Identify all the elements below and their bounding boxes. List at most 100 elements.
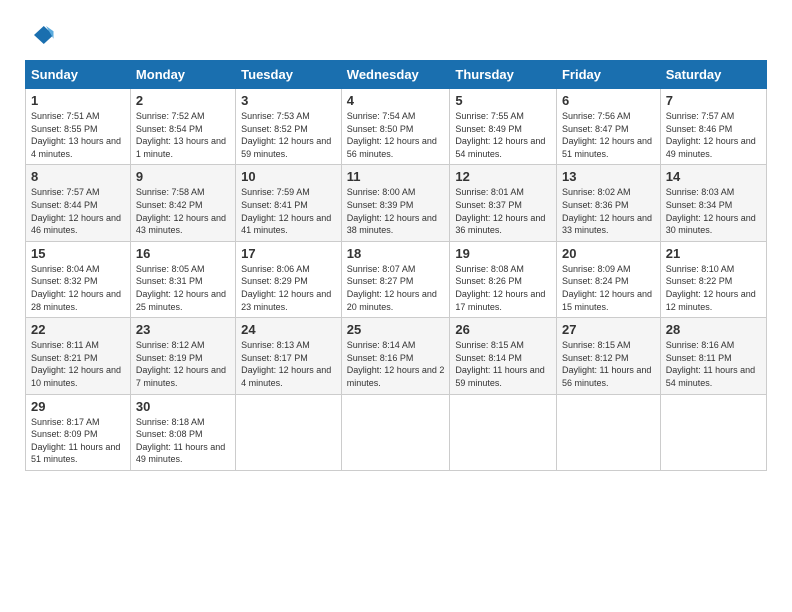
calendar-day-cell: 20 Sunrise: 8:09 AMSunset: 8:24 PMDayligh… [556, 241, 660, 317]
day-number: 21 [666, 246, 761, 261]
calendar-week-row: 15 Sunrise: 8:04 AMSunset: 8:32 PMDayligh… [26, 241, 767, 317]
calendar-day-cell [236, 394, 342, 470]
calendar-day-cell: 30 Sunrise: 8:18 AMSunset: 8:08 PMDayligh… [130, 394, 235, 470]
day-info: Sunrise: 7:58 AMSunset: 8:42 PMDaylight:… [136, 186, 230, 236]
day-number: 8 [31, 169, 125, 184]
day-info: Sunrise: 8:11 AMSunset: 8:21 PMDaylight:… [31, 339, 125, 389]
calendar-weekday-friday: Friday [556, 61, 660, 89]
calendar-day-cell: 17Sunrise: 8:06 AMSunset: 8:29 PMDayligh… [236, 241, 342, 317]
calendar-day-cell: 5 Sunrise: 7:55 AMSunset: 8:49 PMDaylight… [450, 89, 557, 165]
day-info: Sunrise: 8:18 AMSunset: 8:08 PMDaylight:… [136, 416, 230, 466]
day-info: Sunrise: 8:16 AMSunset: 8:11 PMDaylight:… [666, 339, 761, 389]
calendar-day-cell: 14Sunrise: 8:03 AMSunset: 8:34 PMDayligh… [660, 165, 766, 241]
day-info: Sunrise: 7:53 AMSunset: 8:52 PMDaylight:… [241, 110, 336, 160]
calendar-weekday-sunday: Sunday [26, 61, 131, 89]
logo [25, 20, 59, 50]
day-info: Sunrise: 7:51 AMSunset: 8:55 PMDaylight:… [31, 110, 125, 160]
calendar-week-row: 1Sunrise: 7:51 AMSunset: 8:55 PMDaylight… [26, 89, 767, 165]
day-info: Sunrise: 7:55 AMSunset: 8:49 PMDaylight:… [455, 110, 551, 160]
day-number: 18 [347, 246, 445, 261]
calendar-day-cell [450, 394, 557, 470]
calendar-day-cell [341, 394, 450, 470]
day-info: Sunrise: 8:13 AMSunset: 8:17 PMDaylight:… [241, 339, 336, 389]
day-info: Sunrise: 8:06 AMSunset: 8:29 PMDaylight:… [241, 263, 336, 313]
day-info: Sunrise: 8:09 AMSunset: 8:24 PMDaylight:… [562, 263, 655, 313]
day-number: 9 [136, 169, 230, 184]
day-number: 6 [562, 93, 655, 108]
calendar-week-row: 22 Sunrise: 8:11 AMSunset: 8:21 PMDayligh… [26, 318, 767, 394]
calendar-day-cell: 1Sunrise: 7:51 AMSunset: 8:55 PMDaylight… [26, 89, 131, 165]
day-number: 26 [455, 322, 551, 337]
day-info: Sunrise: 7:57 AMSunset: 8:44 PMDaylight:… [31, 186, 125, 236]
calendar-weekday-tuesday: Tuesday [236, 61, 342, 89]
day-number: 12 [455, 169, 551, 184]
day-info: Sunrise: 8:00 AMSunset: 8:39 PMDaylight:… [347, 186, 445, 236]
calendar-day-cell: 6 Sunrise: 7:56 AMSunset: 8:47 PMDaylight… [556, 89, 660, 165]
day-number: 29 [31, 399, 125, 414]
calendar-day-cell: 11Sunrise: 8:00 AMSunset: 8:39 PMDayligh… [341, 165, 450, 241]
calendar-table: SundayMondayTuesdayWednesdayThursdayFrid… [25, 60, 767, 471]
calendar-day-cell: 24 Sunrise: 8:13 AMSunset: 8:17 PMDayligh… [236, 318, 342, 394]
calendar-day-cell [660, 394, 766, 470]
calendar-weekday-thursday: Thursday [450, 61, 557, 89]
calendar-day-cell: 12 Sunrise: 8:01 AMSunset: 8:37 PMDayligh… [450, 165, 557, 241]
calendar-day-cell: 13 Sunrise: 8:02 AMSunset: 8:36 PMDayligh… [556, 165, 660, 241]
calendar-day-cell: 16 Sunrise: 8:05 AMSunset: 8:31 PMDayligh… [130, 241, 235, 317]
day-info: Sunrise: 8:15 AMSunset: 8:14 PMDaylight:… [455, 339, 551, 389]
calendar-day-cell: 19 Sunrise: 8:08 AMSunset: 8:26 PMDayligh… [450, 241, 557, 317]
calendar-week-row: 29Sunrise: 8:17 AMSunset: 8:09 PMDayligh… [26, 394, 767, 470]
day-info: Sunrise: 8:14 AMSunset: 8:16 PMDaylight:… [347, 339, 445, 389]
day-number: 25 [347, 322, 445, 337]
calendar-day-cell: 4Sunrise: 7:54 AMSunset: 8:50 PMDaylight… [341, 89, 450, 165]
day-info: Sunrise: 8:04 AMSunset: 8:32 PMDaylight:… [31, 263, 125, 313]
calendar-day-cell: 15 Sunrise: 8:04 AMSunset: 8:32 PMDayligh… [26, 241, 131, 317]
day-number: 13 [562, 169, 655, 184]
day-number: 24 [241, 322, 336, 337]
calendar-header-row: SundayMondayTuesdayWednesdayThursdayFrid… [26, 61, 767, 89]
day-number: 30 [136, 399, 230, 414]
calendar-day-cell: 21 Sunrise: 8:10 AMSunset: 8:22 PMDayligh… [660, 241, 766, 317]
calendar-day-cell: 10 Sunrise: 7:59 AMSunset: 8:41 PMDayligh… [236, 165, 342, 241]
calendar-day-cell: 18 Sunrise: 8:07 AMSunset: 8:27 PMDayligh… [341, 241, 450, 317]
day-number: 28 [666, 322, 761, 337]
day-info: Sunrise: 8:02 AMSunset: 8:36 PMDaylight:… [562, 186, 655, 236]
calendar-day-cell: 29Sunrise: 8:17 AMSunset: 8:09 PMDayligh… [26, 394, 131, 470]
day-info: Sunrise: 8:07 AMSunset: 8:27 PMDaylight:… [347, 263, 445, 313]
day-info: Sunrise: 8:15 AMSunset: 8:12 PMDaylight:… [562, 339, 655, 389]
day-number: 23 [136, 322, 230, 337]
calendar-body: 1Sunrise: 7:51 AMSunset: 8:55 PMDaylight… [26, 89, 767, 471]
calendar-day-cell [556, 394, 660, 470]
day-info: Sunrise: 7:57 AMSunset: 8:46 PMDaylight:… [666, 110, 761, 160]
day-number: 15 [31, 246, 125, 261]
day-number: 16 [136, 246, 230, 261]
day-number: 27 [562, 322, 655, 337]
calendar-day-cell: 23 Sunrise: 8:12 AMSunset: 8:19 PMDayligh… [130, 318, 235, 394]
calendar-day-cell: 22 Sunrise: 8:11 AMSunset: 8:21 PMDayligh… [26, 318, 131, 394]
day-info: Sunrise: 8:12 AMSunset: 8:19 PMDaylight:… [136, 339, 230, 389]
day-number: 20 [562, 246, 655, 261]
day-info: Sunrise: 8:01 AMSunset: 8:37 PMDaylight:… [455, 186, 551, 236]
calendar-day-cell: 28 Sunrise: 8:16 AMSunset: 8:11 PMDayligh… [660, 318, 766, 394]
day-info: Sunrise: 7:56 AMSunset: 8:47 PMDaylight:… [562, 110, 655, 160]
calendar-weekday-saturday: Saturday [660, 61, 766, 89]
calendar-day-cell: 27 Sunrise: 8:15 AMSunset: 8:12 PMDayligh… [556, 318, 660, 394]
day-number: 22 [31, 322, 125, 337]
day-number: 14 [666, 169, 761, 184]
day-info: Sunrise: 8:10 AMSunset: 8:22 PMDaylight:… [666, 263, 761, 313]
calendar-day-cell: 2Sunrise: 7:52 AMSunset: 8:54 PMDaylight… [130, 89, 235, 165]
day-number: 10 [241, 169, 336, 184]
calendar-day-cell: 8 Sunrise: 7:57 AMSunset: 8:44 PMDaylight… [26, 165, 131, 241]
day-info: Sunrise: 8:08 AMSunset: 8:26 PMDaylight:… [455, 263, 551, 313]
calendar-day-cell: 7 Sunrise: 7:57 AMSunset: 8:46 PMDaylight… [660, 89, 766, 165]
day-number: 2 [136, 93, 230, 108]
day-number: 19 [455, 246, 551, 261]
day-info: Sunrise: 7:59 AMSunset: 8:41 PMDaylight:… [241, 186, 336, 236]
calendar-week-row: 8 Sunrise: 7:57 AMSunset: 8:44 PMDaylight… [26, 165, 767, 241]
calendar-weekday-monday: Monday [130, 61, 235, 89]
day-info: Sunrise: 8:05 AMSunset: 8:31 PMDaylight:… [136, 263, 230, 313]
page-header [25, 20, 767, 50]
day-number: 7 [666, 93, 761, 108]
calendar-day-cell: 25 Sunrise: 8:14 AMSunset: 8:16 PMDayligh… [341, 318, 450, 394]
day-number: 5 [455, 93, 551, 108]
day-number: 3 [241, 93, 336, 108]
